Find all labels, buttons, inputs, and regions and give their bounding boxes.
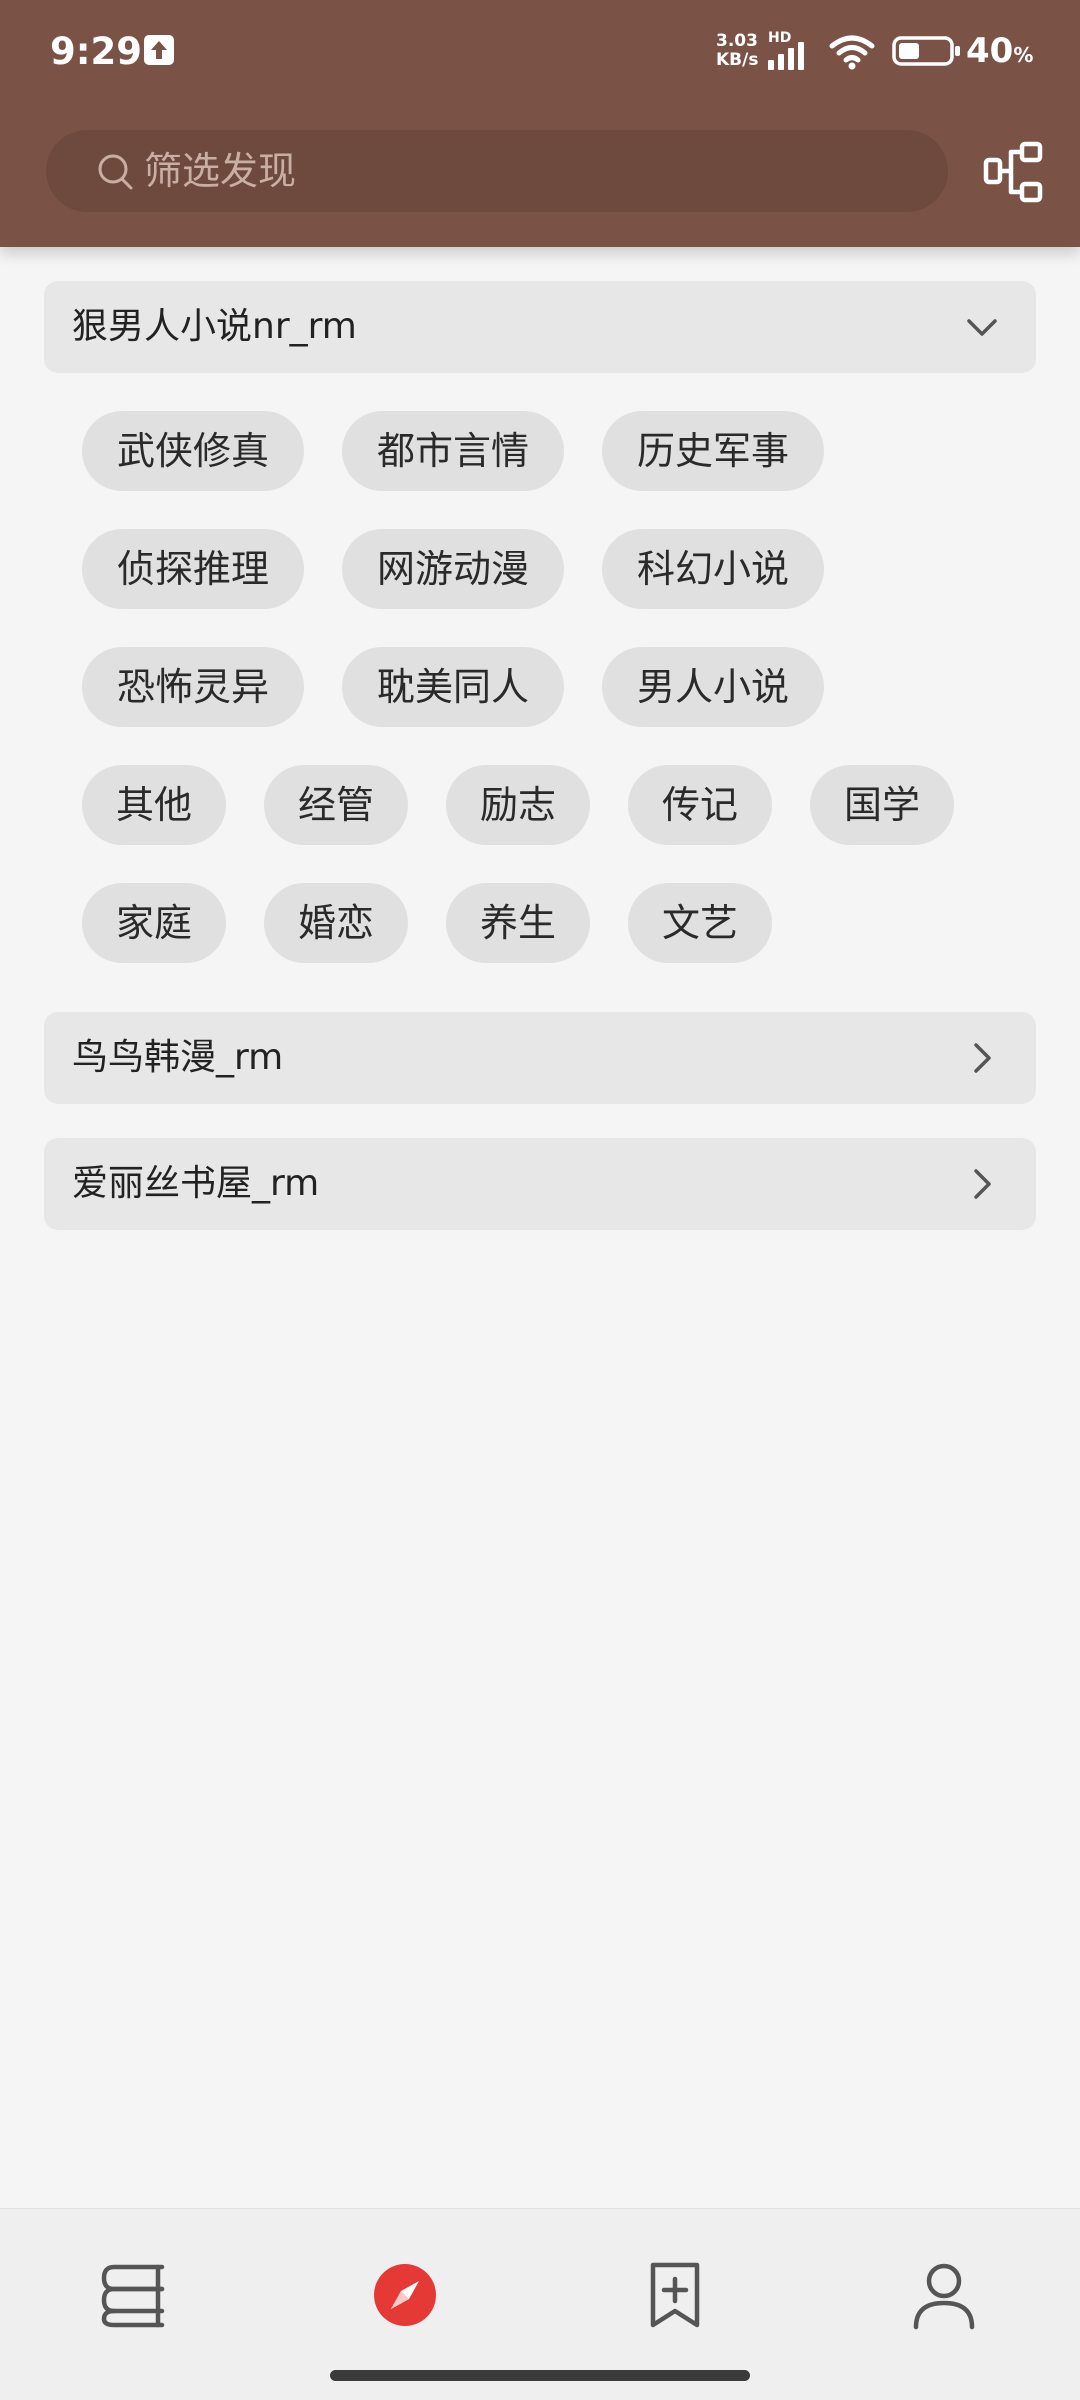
category-tag[interactable]: 婚恋 <box>264 883 408 963</box>
group-title: 爱丽丝书屋_rm <box>72 1163 320 1204</box>
category-tag[interactable]: 养生 <box>446 883 590 963</box>
bookshelf-icon[interactable] <box>100 2259 172 2331</box>
category-tag[interactable]: 经管 <box>264 765 408 845</box>
network-speed-value: 3.03 <box>716 31 758 51</box>
group-title: 狠男人小说nr_rm <box>72 306 357 347</box>
home-indicator[interactable] <box>330 2370 750 2381</box>
battery-percent: 40% <box>966 31 1033 71</box>
category-tag[interactable]: 男人小说 <box>602 647 824 727</box>
category-tag[interactable]: 其他 <box>82 765 226 845</box>
group-header[interactable]: 狠男人小说nr_rm <box>44 281 1036 373</box>
wifi-icon <box>829 35 875 70</box>
compass-icon[interactable] <box>369 2259 441 2331</box>
chevron-right-icon <box>974 1043 991 1073</box>
category-tag[interactable]: 科幻小说 <box>602 529 824 609</box>
category-tag[interactable]: 武侠修真 <box>82 411 304 491</box>
category-tag[interactable]: 耽美同人 <box>342 647 564 727</box>
bookmark-add-icon[interactable] <box>639 2259 711 2331</box>
upload-icon <box>144 35 174 65</box>
category-tag[interactable]: 传记 <box>628 765 772 845</box>
group-header[interactable]: 鸟鸟韩漫_rm <box>44 1012 1036 1104</box>
group-header[interactable]: 爱丽丝书屋_rm <box>44 1138 1036 1230</box>
search-input[interactable] <box>142 130 922 212</box>
signal-icon <box>768 42 804 70</box>
status-bar: 9:29 3.03 KB/s HD 40% <box>0 0 1080 104</box>
person-icon[interactable] <box>908 2259 980 2331</box>
category-tag[interactable]: 家庭 <box>82 883 226 963</box>
chevron-right-icon <box>974 1169 991 1199</box>
chevron-down-icon <box>967 319 997 336</box>
category-tag[interactable]: 国学 <box>810 765 954 845</box>
group-title: 鸟鸟韩漫_rm <box>72 1037 284 1078</box>
network-speed-unit: KB/s <box>716 50 759 70</box>
battery-icon <box>892 36 960 66</box>
category-tag[interactable]: 网游动漫 <box>342 529 564 609</box>
search-bar[interactable] <box>46 130 948 212</box>
network-speed: 3.03 KB/s <box>716 32 758 70</box>
status-time: 9:29 <box>50 30 143 73</box>
battery-percent-value: 40 <box>966 31 1014 71</box>
category-tag[interactable]: 恐怖灵异 <box>82 647 304 727</box>
category-tag[interactable]: 励志 <box>446 765 590 845</box>
search-icon <box>98 154 133 190</box>
top-app-bar: 9:29 3.03 KB/s HD 40% <box>0 0 1080 247</box>
category-tag[interactable]: 都市言情 <box>342 411 564 491</box>
category-tag[interactable]: 历史军事 <box>602 411 824 491</box>
category-tag[interactable]: 文艺 <box>628 883 772 963</box>
battery-percent-unit: % <box>1013 43 1034 67</box>
group-layout-icon[interactable] <box>982 140 1046 204</box>
category-tag[interactable]: 侦探推理 <box>82 529 304 609</box>
